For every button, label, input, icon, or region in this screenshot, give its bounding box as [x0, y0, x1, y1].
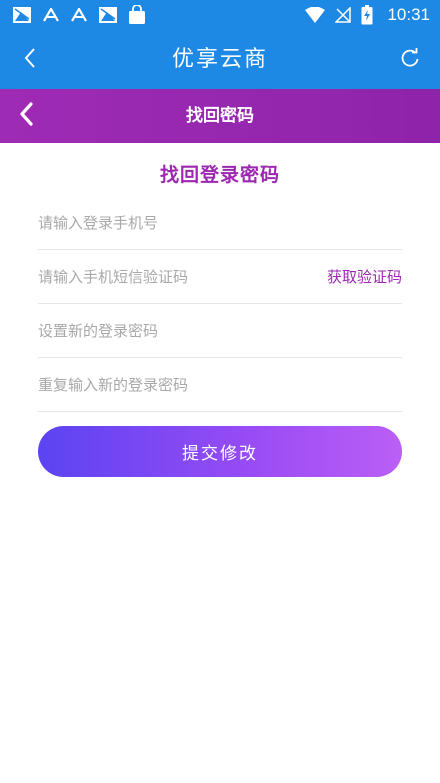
app-bar: 优享云商: [0, 30, 440, 89]
phone-input[interactable]: [38, 213, 298, 232]
form-title: 找回登录密码: [159, 164, 280, 186]
sms-code-input[interactable]: [38, 267, 298, 286]
new-password-input[interactable]: [38, 321, 298, 340]
image-notification-icon: [98, 6, 118, 24]
new-password-field: [38, 304, 402, 358]
page-header: 找回密码: [0, 89, 440, 143]
status-bar-notifications: [12, 5, 146, 25]
submit-button[interactable]: 提交修改: [38, 426, 402, 477]
sms-code-field: 获取验证码: [38, 250, 402, 304]
battery-charging-icon: [361, 5, 373, 25]
page-header-title: 找回密码: [186, 106, 254, 126]
refresh-button[interactable]: [394, 44, 426, 76]
a-notification-icon: [70, 8, 88, 22]
phone-field: [38, 196, 402, 250]
no-signal-icon: [335, 7, 352, 23]
status-bar: 10:31: [0, 0, 440, 30]
a-notification-icon: [42, 8, 60, 22]
get-code-button[interactable]: 获取验证码: [327, 266, 402, 287]
repeat-password-field: [38, 358, 402, 412]
shopping-bag-icon: [128, 5, 146, 25]
wifi-icon: [305, 7, 326, 23]
status-bar-system: 10:31: [305, 5, 430, 25]
app-title: 优享云商: [171, 47, 268, 72]
status-time: 10:31: [387, 5, 430, 24]
repeat-password-input[interactable]: [38, 375, 298, 394]
refresh-icon: [399, 47, 421, 73]
image-notification-icon: [12, 6, 32, 24]
